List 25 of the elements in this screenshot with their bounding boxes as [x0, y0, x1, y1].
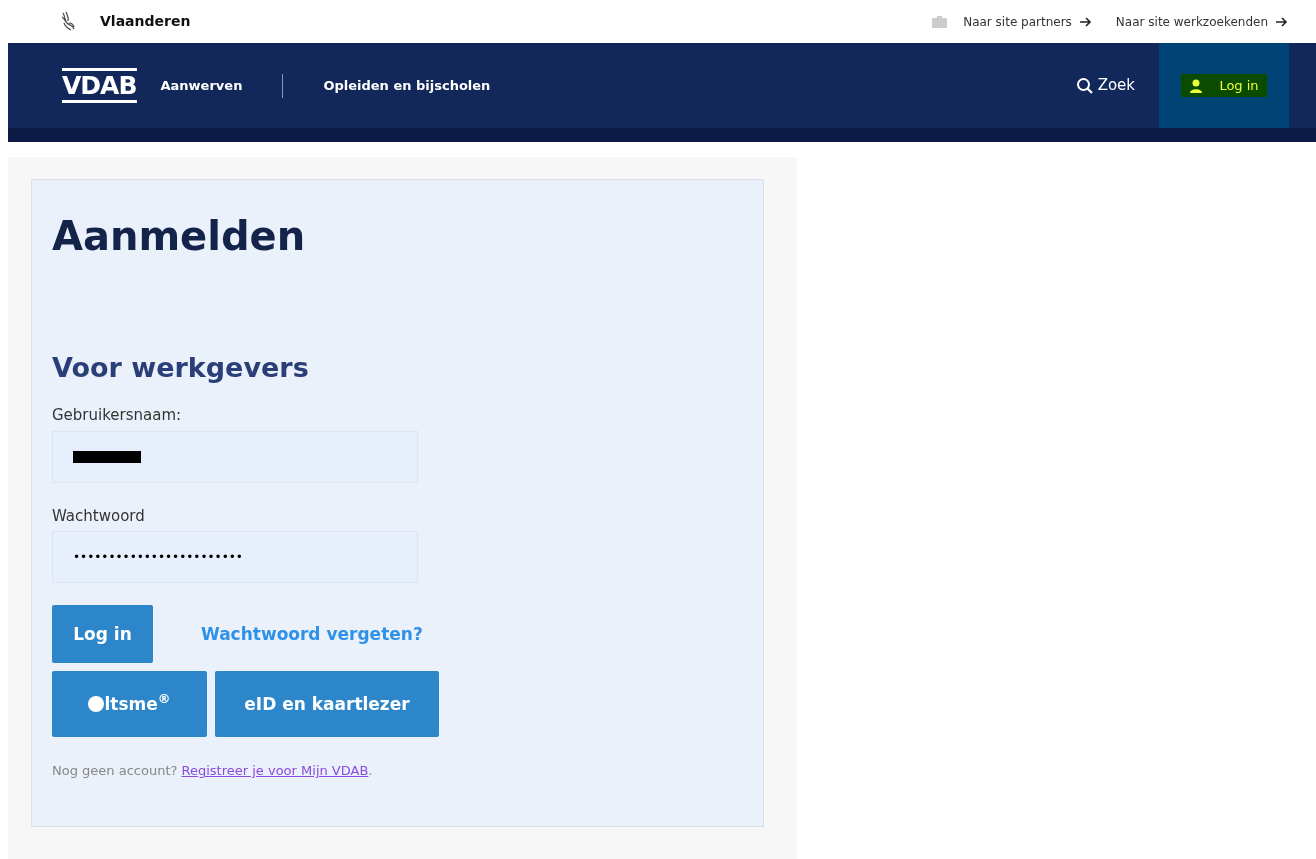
nav-link[interactable]: Opleiden en bijscholen — [323, 75, 491, 96]
login-button[interactable]: Log in — [52, 605, 153, 664]
section-heading: Voor werkgevers — [52, 352, 310, 385]
site-link[interactable]: Naar site partners — [932, 12, 1092, 31]
field-label: Gebruikersnaam: — [52, 405, 183, 427]
field-label: Wachtwoord — [52, 505, 146, 527]
search-link[interactable]: Zoek — [1075, 74, 1135, 97]
page-title: Aanmelden — [52, 212, 307, 260]
site-brand: Vlaanderen — [100, 12, 191, 31]
user-icon — [1189, 78, 1204, 93]
arrow-right-icon — [1276, 16, 1288, 27]
briefcase-icon — [932, 15, 948, 28]
eid-button[interactable]: eID en kaartlezer — [215, 671, 439, 738]
redaction-bar — [73, 450, 141, 463]
site-link[interactable]: Naar site werkzoekenden — [1115, 12, 1288, 31]
itsme-logo-icon — [88, 696, 105, 713]
itsme-button[interactable]: ltsme$^{®}$ — [52, 671, 207, 738]
arrow-right-icon — [1079, 16, 1092, 27]
vdab-logo[interactable]: VDAB — [62, 68, 137, 103]
register-text: Nog geen account? Registreer je voor Mijn VDAB. — [52, 762, 374, 781]
input-field[interactable] — [52, 430, 418, 483]
login-link[interactable]: Log in — [1181, 73, 1267, 98]
search-icon — [1075, 76, 1094, 95]
input-field[interactable]: •••••••••••••••••••••••• — [52, 531, 418, 584]
nav-link[interactable]: Aanwerven — [160, 75, 243, 96]
